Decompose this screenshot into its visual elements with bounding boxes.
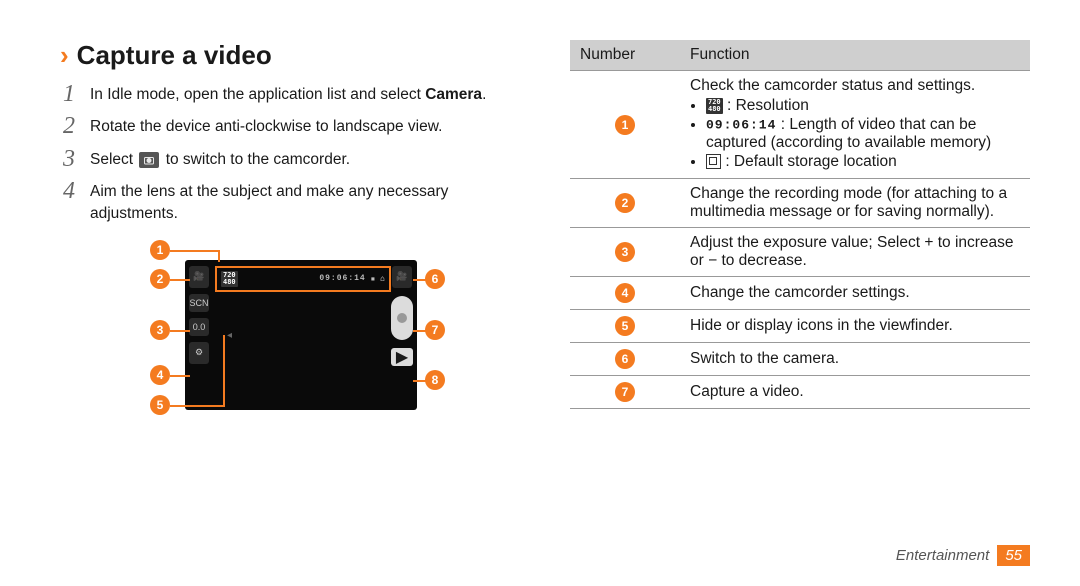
section-heading: › Capture a video <box>60 40 520 71</box>
step-number: 4 <box>60 178 78 204</box>
page-footer: Entertainment 55 <box>896 547 1030 564</box>
step-text: Aim the lens at the subject and make any… <box>90 178 520 224</box>
function-table: Number Function 1 Check the camcorder st… <box>570 40 1030 409</box>
step-text: In Idle mode, open the application list … <box>90 81 520 106</box>
step-number: 1 <box>60 81 78 107</box>
callout-5: 5 <box>150 395 170 415</box>
left-column: › Capture a video 1 In Idle mode, open t… <box>60 40 520 586</box>
callout-8: 8 <box>425 370 445 390</box>
right-column: Number Function 1 Check the camcorder st… <box>570 40 1030 586</box>
mode-icon: 🎥 <box>189 266 209 288</box>
callout-2: 2 <box>150 269 170 289</box>
callout-7: 7 <box>425 320 445 340</box>
callout-badge: 4 <box>615 283 635 303</box>
callout-4: 4 <box>150 365 170 385</box>
table-row: 1 Check the camcorder status and setting… <box>570 71 1030 179</box>
table-row: 7Capture a video. <box>570 376 1030 409</box>
chevron-right-icon: › <box>60 40 69 71</box>
resolution-icon: 720480 <box>706 98 723 114</box>
gear-icon: ⚙ <box>189 342 209 364</box>
timecode: 09:06:14 <box>319 274 365 283</box>
switch-camera-icon: 🎥 <box>392 266 412 288</box>
callout-badge: 2 <box>615 193 635 213</box>
viewfinder-screen: 🎥 SCN 0.0 ⚙ 720480 09:06:14 ▪ ⌂ 🎥 ▶ ◂ <box>185 260 417 410</box>
scene-icon: SCN <box>189 294 209 312</box>
page-number: 55 <box>997 545 1030 566</box>
exposure-icon: 0.0 <box>189 318 209 336</box>
table-header-function: Function <box>680 40 1030 71</box>
table-row: 3Adjust the exposure value; Select + to … <box>570 228 1030 277</box>
step-text: Select to switch to the camcorder. <box>90 146 520 171</box>
step-number: 3 <box>60 146 78 172</box>
table-header-number: Number <box>570 40 680 71</box>
callout-1: 1 <box>150 240 170 260</box>
callout-badge: 7 <box>615 382 635 402</box>
page-title: Capture a video <box>77 40 272 71</box>
record-button <box>391 296 413 340</box>
callout-badge: 1 <box>615 115 635 135</box>
callout-6: 6 <box>425 269 445 289</box>
status-bar: 720480 09:06:14 ▪ ⌂ <box>215 266 391 292</box>
step-number: 2 <box>60 113 78 139</box>
camcorder-diagram: 🎥 SCN 0.0 ⚙ 720480 09:06:14 ▪ ⌂ 🎥 ▶ ◂ 1 <box>125 245 455 445</box>
callout-badge: 5 <box>615 316 635 336</box>
timecode-icon: 09:06:14 <box>706 117 776 132</box>
callout-badge: 3 <box>615 242 635 262</box>
step-text: Rotate the device anti-clockwise to land… <box>90 113 520 138</box>
table-row: 6Switch to the camera. <box>570 343 1030 376</box>
play-button: ▶ <box>391 348 413 366</box>
chevron-left-icon: ◂ <box>227 330 232 341</box>
steps-list: 1 In Idle mode, open the application lis… <box>60 81 520 225</box>
callout-3: 3 <box>150 320 170 340</box>
section-label: Entertainment <box>896 547 989 564</box>
storage-icon <box>706 154 721 169</box>
table-row: 5Hide or display icons in the viewfinder… <box>570 310 1030 343</box>
table-row: 4Change the camcorder settings. <box>570 277 1030 310</box>
table-row: 2Change the recording mode (for attachin… <box>570 179 1030 228</box>
camera-mode-icon <box>139 152 159 168</box>
callout-badge: 6 <box>615 349 635 369</box>
